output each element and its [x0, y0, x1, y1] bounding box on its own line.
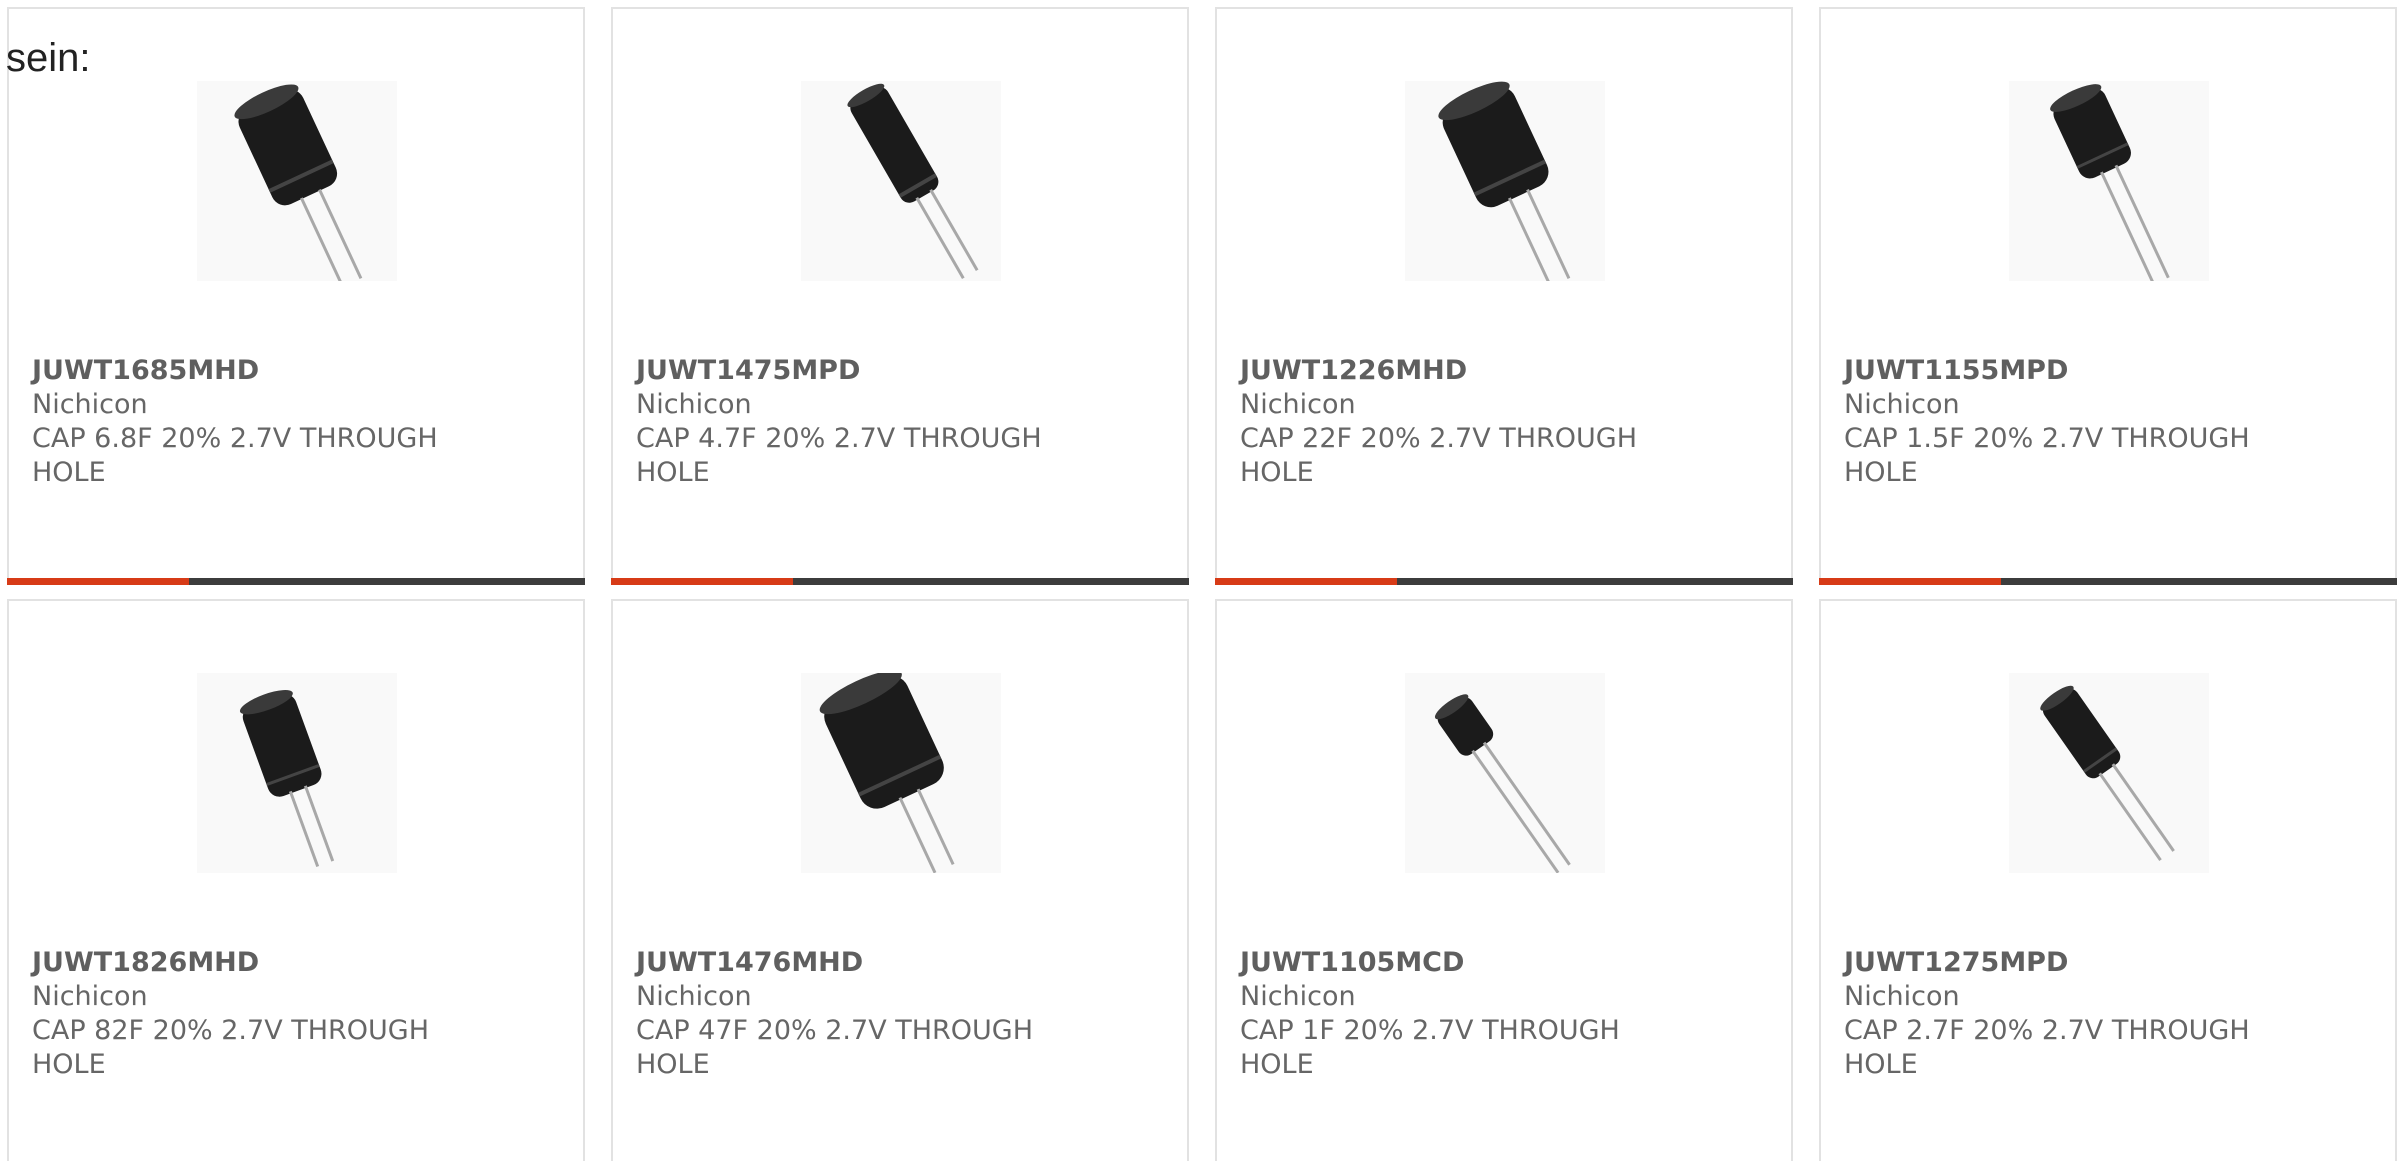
page: sein: JUWT1685MHD Nichicon CAP 6.8F 20% … — [0, 0, 2400, 1161]
capacitor-image[interactable] — [801, 673, 1001, 873]
intro-text: sein: — [6, 36, 91, 80]
product-info: JUWT1155MPD Nichicon CAP 1.5F 20% 2.7V T… — [1844, 354, 2264, 490]
product-card[interactable]: JUWT1226MHD Nichicon CAP 22F 20% 2.7V TH… — [1215, 7, 1793, 585]
product-info: JUWT1226MHD Nichicon CAP 22F 20% 2.7V TH… — [1240, 354, 1660, 490]
card-accent-bar — [611, 578, 793, 585]
product-info: JUWT1685MHD Nichicon CAP 6.8F 20% 2.7V T… — [32, 354, 452, 490]
product-card[interactable]: JUWT1826MHD Nichicon CAP 82F 20% 2.7V TH… — [7, 599, 585, 1161]
card-bottom-bar — [7, 578, 585, 585]
description-line: CAP 22F 20% 2.7V THROUGH — [1240, 423, 1638, 454]
description-line: CAP 82F 20% 2.7V THROUGH — [32, 1015, 430, 1046]
product-card[interactable]: JUWT1475MPD Nichicon CAP 4.7F 20% 2.7V T… — [611, 7, 1189, 585]
part-number[interactable]: JUWT1226MHD — [1240, 354, 1660, 388]
product-info: JUWT1826MHD Nichicon CAP 82F 20% 2.7V TH… — [32, 946, 452, 1082]
capacitor-image[interactable] — [1405, 673, 1605, 873]
manufacturer: Nichicon — [1844, 981, 1960, 1012]
capacitor-image[interactable] — [1405, 81, 1605, 281]
card-accent-bar — [1819, 578, 2001, 585]
description-line: CAP 47F 20% 2.7V THROUGH — [636, 1015, 1034, 1046]
description-line: HOLE — [636, 457, 710, 488]
capacitor-image[interactable] — [801, 81, 1001, 281]
part-number[interactable]: JUWT1155MPD — [1844, 354, 2264, 388]
manufacturer: Nichicon — [1240, 389, 1356, 420]
manufacturer: Nichicon — [32, 981, 148, 1012]
product-card[interactable]: JUWT1685MHD Nichicon CAP 6.8F 20% 2.7V T… — [7, 7, 585, 585]
product-card[interactable]: JUWT1105MCD Nichicon CAP 1F 20% 2.7V THR… — [1215, 599, 1793, 1161]
product-info: JUWT1275MPD Nichicon CAP 2.7F 20% 2.7V T… — [1844, 946, 2264, 1082]
card-bottom-bar — [1819, 578, 2397, 585]
part-number[interactable]: JUWT1685MHD — [32, 354, 452, 388]
product-card[interactable]: JUWT1275MPD Nichicon CAP 2.7F 20% 2.7V T… — [1819, 599, 2397, 1161]
description-line: CAP 1.5F 20% 2.7V THROUGH — [1844, 423, 2250, 454]
product-info: JUWT1475MPD Nichicon CAP 4.7F 20% 2.7V T… — [636, 354, 1056, 490]
capacitor-image[interactable] — [2009, 81, 2209, 281]
description-line: HOLE — [32, 457, 106, 488]
card-accent-bar — [7, 578, 189, 585]
part-number[interactable]: JUWT1475MPD — [636, 354, 1056, 388]
description-line: CAP 2.7F 20% 2.7V THROUGH — [1844, 1015, 2250, 1046]
description-line: HOLE — [32, 1049, 106, 1080]
description-line: CAP 4.7F 20% 2.7V THROUGH — [636, 423, 1042, 454]
product-card[interactable]: JUWT1155MPD Nichicon CAP 1.5F 20% 2.7V T… — [1819, 7, 2397, 585]
description-line: HOLE — [1240, 1049, 1314, 1080]
description-line: HOLE — [636, 1049, 710, 1080]
description-line: HOLE — [1844, 1049, 1918, 1080]
product-grid: JUWT1685MHD Nichicon CAP 6.8F 20% 2.7V T… — [7, 7, 2397, 1161]
description-line: HOLE — [1844, 457, 1918, 488]
product-card[interactable]: JUWT1476MHD Nichicon CAP 47F 20% 2.7V TH… — [611, 599, 1189, 1161]
product-info: JUWT1105MCD Nichicon CAP 1F 20% 2.7V THR… — [1240, 946, 1660, 1082]
part-number[interactable]: JUWT1105MCD — [1240, 946, 1660, 980]
capacitor-image[interactable] — [197, 673, 397, 873]
card-accent-bar — [1215, 578, 1397, 585]
part-number[interactable]: JUWT1275MPD — [1844, 946, 2264, 980]
manufacturer: Nichicon — [1240, 981, 1356, 1012]
part-number[interactable]: JUWT1476MHD — [636, 946, 1056, 980]
manufacturer: Nichicon — [636, 981, 752, 1012]
capacitor-image[interactable] — [2009, 673, 2209, 873]
manufacturer: Nichicon — [1844, 389, 1960, 420]
manufacturer: Nichicon — [32, 389, 148, 420]
capacitor-image[interactable] — [197, 81, 397, 281]
card-bottom-bar — [1215, 578, 1793, 585]
description-line: HOLE — [1240, 457, 1314, 488]
card-bottom-bar — [611, 578, 1189, 585]
description-line: CAP 6.8F 20% 2.7V THROUGH — [32, 423, 438, 454]
manufacturer: Nichicon — [636, 389, 752, 420]
part-number[interactable]: JUWT1826MHD — [32, 946, 452, 980]
product-info: JUWT1476MHD Nichicon CAP 47F 20% 2.7V TH… — [636, 946, 1056, 1082]
description-line: CAP 1F 20% 2.7V THROUGH — [1240, 1015, 1620, 1046]
